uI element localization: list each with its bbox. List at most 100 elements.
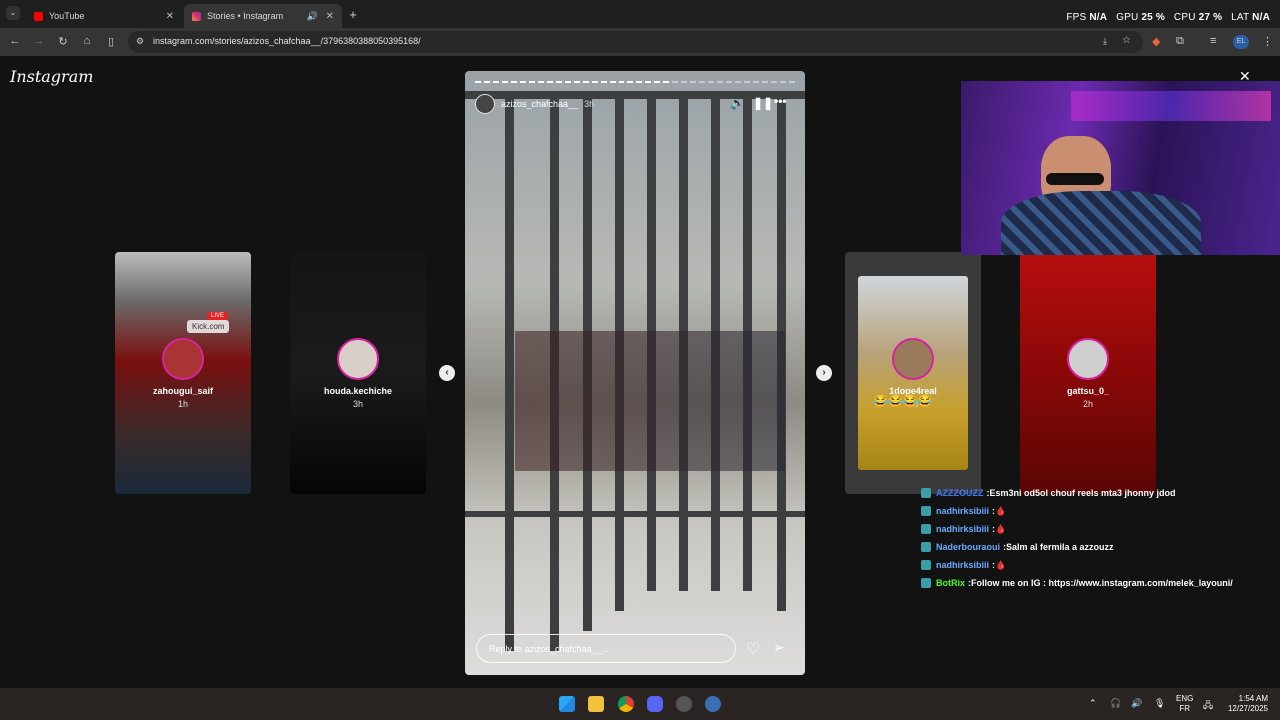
file-explorer-icon[interactable] [588,696,604,712]
progress-segment [483,81,490,83]
menu-kebab-icon[interactable]: ⋮ [1262,35,1273,48]
cpu-label: CPU [1173,12,1196,23]
chat-text: 🩸 [995,505,1007,516]
chat-username[interactable]: nadhirksibiii [936,560,989,570]
chat-message: BotRix: Follow me on IG : https://www.in… [919,574,1280,592]
extensions-puzzle-icon[interactable]: ⧉ [1176,35,1184,48]
reload-button[interactable]: ↻ [56,35,70,48]
more-options-icon[interactable]: ••• [774,94,787,108]
kick-badge: Kick.com [187,320,230,333]
avatar [892,338,934,380]
avatar [1067,338,1109,380]
gpu-value: 25 % [1141,12,1165,23]
microphone-icon[interactable]: 🎙 [1154,698,1165,709]
progress-segment [555,81,562,83]
reading-list-icon[interactable]: ≡ [1210,35,1216,47]
avatar[interactable] [475,94,495,114]
progress-segment [492,81,499,83]
audio-playing-icon[interactable]: 🔊 [307,11,318,22]
toolbar: ← → ↻ ⌂ ▯ ⚙ instagram.com/stories/azizos… [0,28,1280,56]
progress-segment [779,81,786,83]
progress-segment [699,81,706,83]
send-icon[interactable]: ➢ [773,639,785,656]
chat-badge-icon [921,506,931,516]
story-header: azizos_chafchaa__ 3h [475,93,594,115]
clock[interactable]: 1:54 AM 12/27/2025 [1224,694,1268,714]
progress-segment [762,81,768,83]
story-card-zahougui[interactable]: LIVE Kick.com zahougui_saif 1h [115,252,251,494]
extension-icon[interactable]: ◆ [1152,35,1160,48]
home-button[interactable]: ⌂ [80,35,94,47]
chat-username[interactable]: nadhirksibiii [936,506,989,516]
chat-message: nadhirksibiii: 🩸 [919,502,1280,520]
instagram-logo[interactable]: Instagram [10,67,93,86]
back-button[interactable]: ← [8,35,22,47]
chat-username[interactable]: BotRix [936,578,965,588]
close-tab-icon[interactable]: ✕ [166,11,174,22]
story-card-1dope4real[interactable]: 1dope4real 8h 😂😂😂😂 [845,252,981,494]
settings-icon[interactable] [705,696,721,712]
chat-badge-icon [921,542,931,552]
live-badge: LIVE [207,312,229,320]
progress-segment [788,81,795,83]
tab-youtube[interactable]: YouTube ✕ [26,4,182,28]
heart-icon[interactable]: ♡ [746,639,760,659]
reply-input[interactable]: Reply to azizos_chafchaa__... [476,634,736,663]
previous-story-button[interactable]: ‹ [439,365,455,381]
progress-segment [672,81,679,83]
close-tab-icon[interactable]: ✕ [326,11,334,22]
chat-username[interactable]: AZZZOUZZ [936,488,984,498]
progress-segment [528,81,535,83]
lat-label: LAT [1231,12,1250,23]
story-time: 3h [584,99,595,109]
progress-segment [654,81,661,83]
chat-username[interactable]: nadhirksibiii [936,524,989,534]
lat-value: N/A [1252,12,1270,23]
address-bar[interactable]: ⚙ instagram.com/stories/azizos_chafchaa_… [128,31,1143,53]
chat-message: nadhirksibiii: 🩸 [919,520,1280,538]
network-icon[interactable]: 🖧 [1203,698,1213,714]
progress-segment [591,81,598,83]
instagram-icon [192,11,201,21]
windows-taskbar: ⌃ 🎧 🔊 🎙 ENG FR 🖧 1:54 AM 12/27/2025 [0,688,1280,720]
story-time: 2h [1082,399,1093,409]
mute-icon[interactable]: 🔈 [730,96,745,110]
tab-search-button[interactable]: ⌄ [6,6,20,20]
story-card-gattsu[interactable]: gattsu_0_ 2h [1020,252,1156,494]
progress-segment [475,81,481,83]
next-story-button[interactable]: › [816,365,832,381]
story-username[interactable]: azizos_chafchaa__ [501,99,578,109]
discord-icon[interactable] [647,696,663,712]
story-card-houda[interactable]: houda.kechiche 3h [290,252,426,494]
app-icon[interactable] [676,696,692,712]
tab-instagram-stories[interactable]: Stories • Instagram 🔊 ✕ [184,4,342,28]
chat-text: 🩸 [995,523,1007,534]
progress-segment [717,81,724,83]
pause-icon[interactable]: ❚❚ [753,96,773,110]
main-story-viewer[interactable]: azizos_chafchaa__ 3h 🔈 ❚❚ ••• Reply to a… [465,71,805,675]
performance-overlay: FPS N/A GPU 25 % CPU 27 % LAT N/A [1066,12,1270,23]
progress-segment [744,81,751,83]
start-button[interactable] [559,696,575,712]
language-indicator[interactable]: ENG FR [1176,694,1193,714]
sidebar-button[interactable]: ▯ [104,35,118,48]
show-hidden-icons[interactable]: ⌃ [1089,698,1097,709]
chat-username[interactable]: Naderbouraoui [936,542,1000,552]
profile-avatar[interactable]: EL [1233,35,1249,49]
progress-segment [770,81,777,83]
site-info-icon[interactable]: ⚙ [136,36,144,47]
progress-segment [645,81,652,83]
new-tab-button[interactable]: + [346,7,360,22]
chat-text: Salm al fermila a azzouzz [1006,542,1114,552]
bookmark-star-icon[interactable]: ☆ [1122,35,1131,46]
progress-segment [618,81,625,83]
forward-button[interactable]: → [32,35,46,47]
fps-label: FPS [1066,12,1087,23]
chrome-icon[interactable] [618,696,634,712]
volume-icon[interactable]: 🔊 [1131,698,1142,709]
install-app-icon[interactable]: ⤓ [1103,36,1107,47]
progress-segment [663,81,670,83]
chat-message: Naderbouraoui: Salm al fermila a azzouzz [919,538,1280,556]
clock-time: 1:54 AM [1238,694,1268,703]
headset-icon[interactable]: 🎧 [1110,698,1121,709]
